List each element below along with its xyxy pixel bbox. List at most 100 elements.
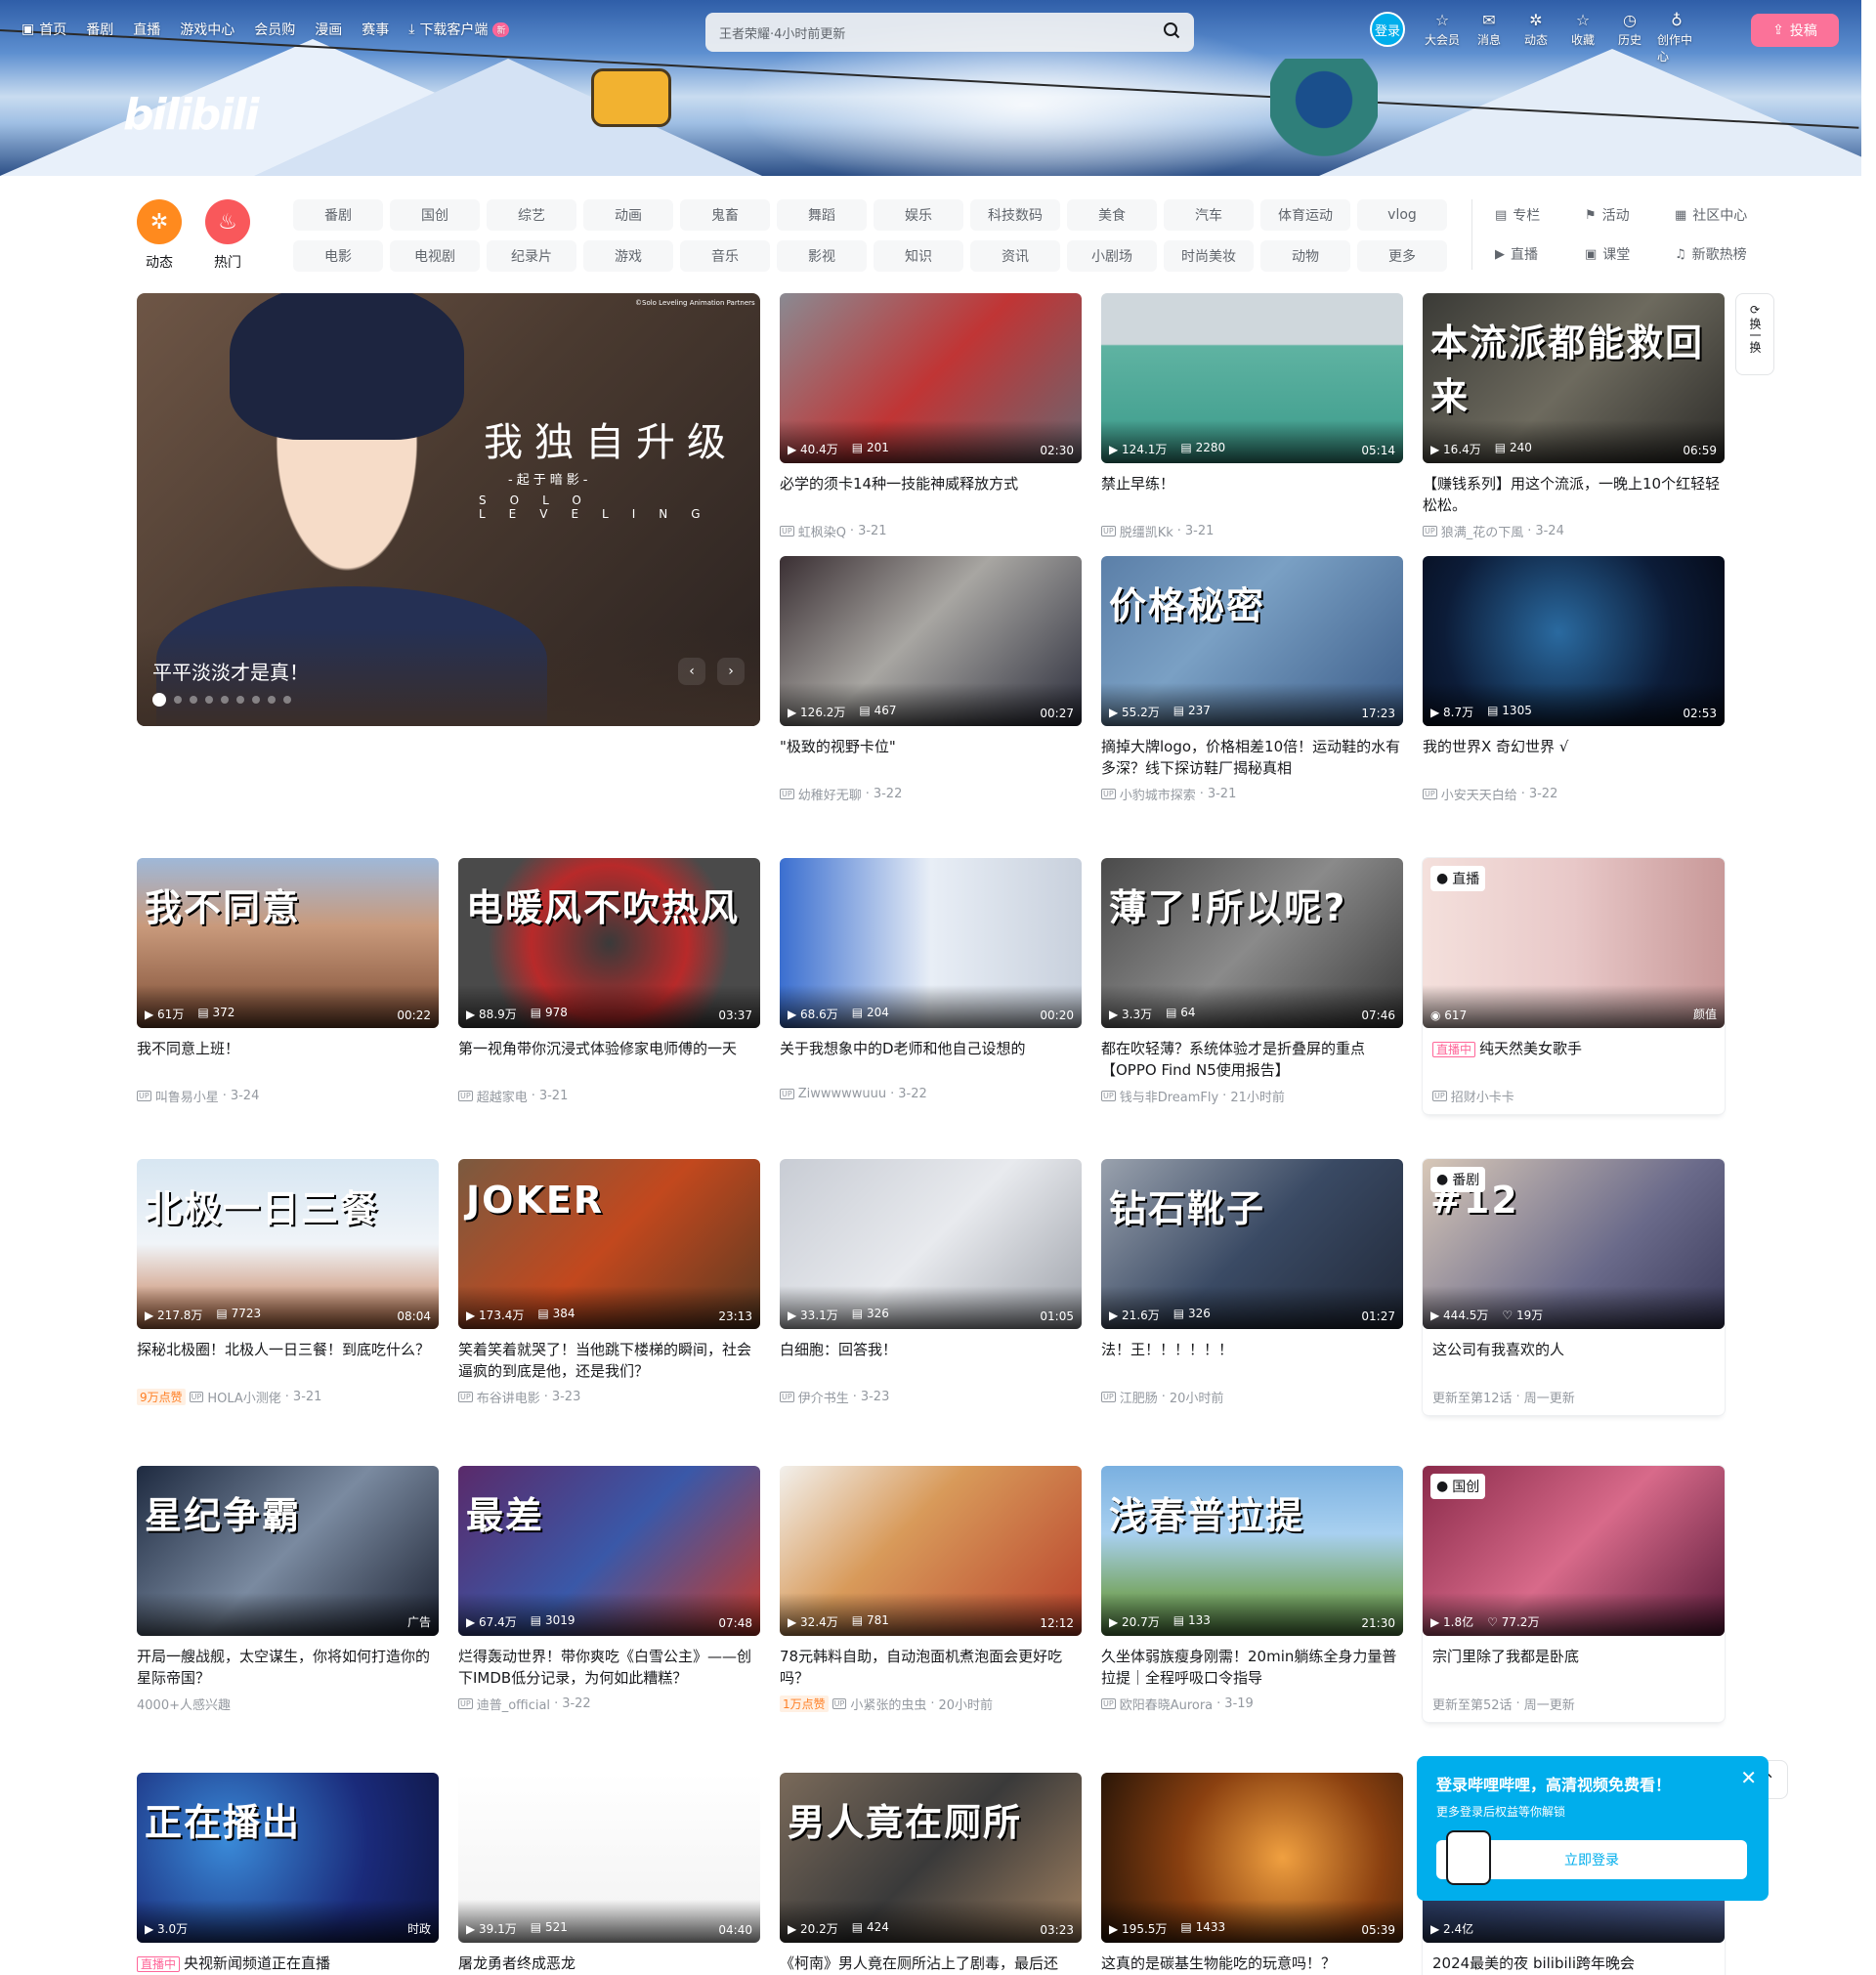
video-thumbnail[interactable]: 价格秘密 ▶ 55.2万 ▤ 237 17:23 bbox=[1101, 556, 1403, 726]
category-tag[interactable]: 综艺 bbox=[487, 199, 576, 231]
rightnav-wind[interactable]: ✲ 动态 bbox=[1516, 12, 1556, 64]
video-title[interactable]: 这公司有我喜欢的人 bbox=[1432, 1339, 1715, 1382]
carousel-dot[interactable] bbox=[174, 696, 182, 704]
video-card[interactable]: ▶ 32.4万 ▤ 781 12:12 78元韩料自助，自动泡面机煮泡面会更好吃吗？ 1… bbox=[780, 1466, 1082, 1713]
author-name[interactable]: 叫鲁易小星 bbox=[155, 1087, 219, 1105]
topnav-item[interactable]: 直播 bbox=[133, 20, 160, 39]
video-thumbnail[interactable]: 浅春普拉提 ▶ 20.7万 ▤ 133 21:30 bbox=[1101, 1466, 1403, 1636]
category-tag[interactable]: 汽车 bbox=[1164, 199, 1254, 231]
category-tag[interactable]: 体育运动 bbox=[1260, 199, 1350, 231]
search-icon[interactable] bbox=[1163, 21, 1180, 43]
video-thumbnail[interactable]: ▶ 124.1万 ▤ 2280 05:14 bbox=[1101, 293, 1403, 463]
video-card[interactable]: 星纪争霸 广告 开局一艘战舰，太空谋生，你将如何打造你的星际帝国？ 4000+人感兴趣 bbox=[137, 1466, 439, 1713]
video-card[interactable]: ▶ 126.2万 ▤ 467 00:27 "极致的视野卡位" UP 幼稚好无聊 · 3-22 bbox=[780, 556, 1082, 803]
video-thumbnail[interactable]: ▶ 39.1万 ▤ 521 04:40 bbox=[458, 1773, 760, 1943]
category-tag[interactable]: 鬼畜 bbox=[680, 199, 770, 231]
author-name[interactable]: 小紧张的虫虫 bbox=[850, 1695, 926, 1713]
video-title[interactable]: 宗门里除了我都是卧底 bbox=[1432, 1646, 1715, 1689]
video-card[interactable]: ▶ 124.1万 ▤ 2280 05:14 禁止早练！ UP 脱缰凯Kk · 3-21 bbox=[1101, 293, 1403, 540]
side-link[interactable]: ♫ 新歌热榜 bbox=[1675, 244, 1751, 264]
video-thumbnail[interactable]: #12 ▶ 444.5万 ♡ 19万 ● 番剧 bbox=[1423, 1159, 1725, 1329]
side-link[interactable]: ▶ 直播 bbox=[1495, 244, 1571, 264]
author-name[interactable]: 小安天天白给 bbox=[1441, 785, 1517, 803]
category-tag[interactable]: 动画 bbox=[583, 199, 673, 231]
topnav-item[interactable]: 会员购 bbox=[254, 20, 295, 39]
carousel-dot[interactable] bbox=[236, 696, 244, 704]
category-tag[interactable]: 资讯 bbox=[970, 240, 1060, 272]
video-title[interactable]: 烂得轰动世界！带你爽吃《白雪公主》——创下IMDB低分记录，为何如此糟糕？ bbox=[458, 1646, 760, 1689]
video-thumbnail[interactable]: JOKER ▶ 173.4万 ▤ 384 23:13 bbox=[458, 1159, 760, 1329]
feature-card[interactable]: #12 ▶ 444.5万 ♡ 19万 ● 番剧 这公司有我喜欢的人 更新至第12话 · 周一更新 bbox=[1423, 1159, 1725, 1415]
site-logo[interactable]: bilibili bbox=[123, 90, 259, 140]
video-thumbnail[interactable]: ▶ 68.6万 ▤ 204 00:20 bbox=[780, 858, 1082, 1028]
video-title[interactable]: 必学的须卡14种一技能神威释放方式 bbox=[780, 473, 1082, 516]
close-icon[interactable]: ✕ bbox=[1740, 1766, 1757, 1789]
refresh-button[interactable]: ⟳ 换一换 bbox=[1735, 293, 1774, 375]
video-card[interactable]: 薄了!所以呢? ▶ 3.3万 ▤ 64 07:46 都在吹轻薄？系统体验才是折叠屏的重点… bbox=[1101, 858, 1403, 1105]
carousel-next-button[interactable]: › bbox=[717, 658, 745, 685]
rightnav-star[interactable]: ☆ 收藏 bbox=[1563, 12, 1602, 64]
video-card[interactable]: 价格秘密 ▶ 55.2万 ▤ 237 17:23 摘掉大牌logo，价格相差10倍！运动… bbox=[1101, 556, 1403, 803]
video-card[interactable]: 钻石靴子 ▶ 21.6万 ▤ 326 01:27 法！王！！！！！！ UP 江肥肠 · 20小时… bbox=[1101, 1159, 1403, 1406]
video-card[interactable]: ▶ 40.4万 ▤ 201 02:30 必学的须卡14种一技能神威释放方式 UP 虹枫染Q… bbox=[780, 293, 1082, 540]
video-card[interactable]: 男人竟在厕所 ▶ 20.2万 ▤ 424 03:23 《柯南》男人竟在厕所沾上了剧毒，最… bbox=[780, 1773, 1082, 1975]
video-thumbnail[interactable]: ▶ 8.7万 ▤ 1305 02:53 bbox=[1423, 556, 1725, 726]
category-tag[interactable]: 国创 bbox=[390, 199, 480, 231]
category-tag[interactable]: 番剧 bbox=[293, 199, 383, 231]
video-title[interactable]: 禁止早练！ bbox=[1101, 473, 1403, 516]
video-title[interactable]: 白细胞：回答我！ bbox=[780, 1339, 1082, 1382]
topnav-item[interactable]: 赛事 bbox=[362, 20, 389, 39]
video-thumbnail[interactable]: 星纪争霸 广告 bbox=[137, 1466, 439, 1636]
side-link[interactable]: ▦ 社区中心 bbox=[1675, 205, 1751, 225]
video-thumbnail[interactable]: 男人竟在厕所 ▶ 20.2万 ▤ 424 03:23 bbox=[780, 1773, 1082, 1943]
video-card[interactable]: ▶ 8.7万 ▤ 1305 02:53 我的世界X 奇幻世界 √ UP 小安天天白给 · 3-… bbox=[1423, 556, 1725, 803]
video-title[interactable]: 屠龙勇者终成恶龙 bbox=[458, 1953, 760, 1975]
video-title[interactable]: 摘掉大牌logo，价格相差10倍！运动鞋的水有多深？线下探访鞋厂揭秘真相 bbox=[1101, 736, 1403, 779]
category-tag[interactable]: 纪录片 bbox=[487, 240, 576, 272]
video-thumbnail[interactable]: ▶ 33.1万 ▤ 326 01:05 bbox=[780, 1159, 1082, 1329]
video-thumbnail[interactable]: ▶ 40.4万 ▤ 201 02:30 bbox=[780, 293, 1082, 463]
category-tag[interactable]: 时尚美妆 bbox=[1164, 240, 1254, 272]
category-tag[interactable]: 电影 bbox=[293, 240, 383, 272]
category-tag[interactable]: 娱乐 bbox=[874, 199, 963, 231]
video-thumbnail[interactable]: 最差 ▶ 67.4万 ▤ 3019 07:48 bbox=[458, 1466, 760, 1636]
topnav-item[interactable]: ⤓ 下载客户端新 bbox=[408, 20, 510, 39]
rightnav-mail[interactable]: ✉ 消息 bbox=[1470, 12, 1509, 64]
video-title[interactable]: 【赚钱系列】用这个流派，一晚上10个红轻轻松松。 bbox=[1423, 473, 1725, 516]
carousel[interactable]: ©Solo Leveling Animation Partners 我独自升级 … bbox=[137, 293, 760, 726]
video-title[interactable]: 78元韩料自助，自动泡面机煮泡面会更好吃吗？ bbox=[780, 1646, 1082, 1689]
video-title[interactable]: 第一视角带你沉浸式体验修家电师傅的一天 bbox=[458, 1038, 760, 1081]
video-card[interactable]: 最差 ▶ 67.4万 ▤ 3019 07:48 烂得轰动世界！带你爽吃《白雪公主》——创… bbox=[458, 1466, 760, 1713]
carousel-dot[interactable] bbox=[252, 696, 260, 704]
carousel-dot[interactable] bbox=[268, 696, 276, 704]
carousel-prev-button[interactable]: ‹ bbox=[678, 658, 705, 685]
video-thumbnail[interactable]: ▶ 126.2万 ▤ 467 00:27 bbox=[780, 556, 1082, 726]
carousel-caption[interactable]: 平平淡淡才是真！ bbox=[152, 657, 309, 685]
search-input[interactable]: 王者荣耀·4小时前更新 bbox=[719, 23, 1163, 42]
video-card[interactable]: 北极一日三餐 ▶ 217.8万 ▤ 7723 08:04 探秘北极圈！北极人一日三餐！到… bbox=[137, 1159, 439, 1406]
video-title[interactable]: "极致的视野卡位" bbox=[780, 736, 1082, 779]
category-tag[interactable]: 音乐 bbox=[680, 240, 770, 272]
author-name[interactable]: 招财小卡卡 bbox=[1451, 1087, 1514, 1105]
side-link[interactable]: ⚑ 活动 bbox=[1585, 205, 1661, 225]
channel-flame[interactable]: ♨ 热门 bbox=[205, 199, 250, 272]
side-link[interactable]: ▤ 专栏 bbox=[1495, 205, 1571, 225]
category-tag[interactable]: 更多 bbox=[1357, 240, 1447, 272]
video-thumbnail[interactable]: 正在播出 ▶ 3.0万 时政 bbox=[137, 1773, 439, 1943]
video-thumbnail[interactable]: 薄了!所以呢? ▶ 3.3万 ▤ 64 07:46 bbox=[1101, 858, 1403, 1028]
video-thumbnail[interactable]: ◉ 617 颜值 ● 直播 bbox=[1423, 858, 1725, 1028]
video-title[interactable]: 直播中 央视新闻频道正在直播 bbox=[137, 1953, 439, 1975]
rightnav-vip[interactable]: ☆ 大会员 bbox=[1423, 12, 1462, 64]
video-thumbnail[interactable]: 我不同意 ▶ 61万 ▤ 372 00:22 bbox=[137, 858, 439, 1028]
author-name[interactable]: 布谷讲电影 bbox=[477, 1388, 540, 1406]
rightnav-bulb[interactable]: ♁ 创作中心 bbox=[1657, 12, 1696, 64]
video-title[interactable]: 《柯南》男人竟在厕所沾上了剧毒，最后还 bbox=[780, 1953, 1082, 1975]
author-name[interactable]: 江肥肠 bbox=[1120, 1388, 1158, 1406]
video-card[interactable]: ▶ 33.1万 ▤ 326 01:05 白细胞：回答我！ UP 伊介书生 · 3-23 bbox=[780, 1159, 1082, 1406]
video-thumbnail[interactable]: ▶ 195.5万 ▤ 1433 05:39 bbox=[1101, 1773, 1403, 1943]
video-card[interactable]: ▶ 195.5万 ▤ 1433 05:39 这真的是碳基生物能吃的玩意吗！？ bbox=[1101, 1773, 1403, 1975]
author-name[interactable]: 狼满_花の下風 bbox=[1441, 522, 1524, 540]
video-title[interactable]: 直播中 纯天然美女歌手 bbox=[1432, 1038, 1715, 1081]
author-name[interactable]: 幼稚好无聊 bbox=[798, 785, 862, 803]
video-card[interactable]: ▶ 39.1万 ▤ 521 04:40 屠龙勇者终成恶龙 bbox=[458, 1773, 760, 1975]
